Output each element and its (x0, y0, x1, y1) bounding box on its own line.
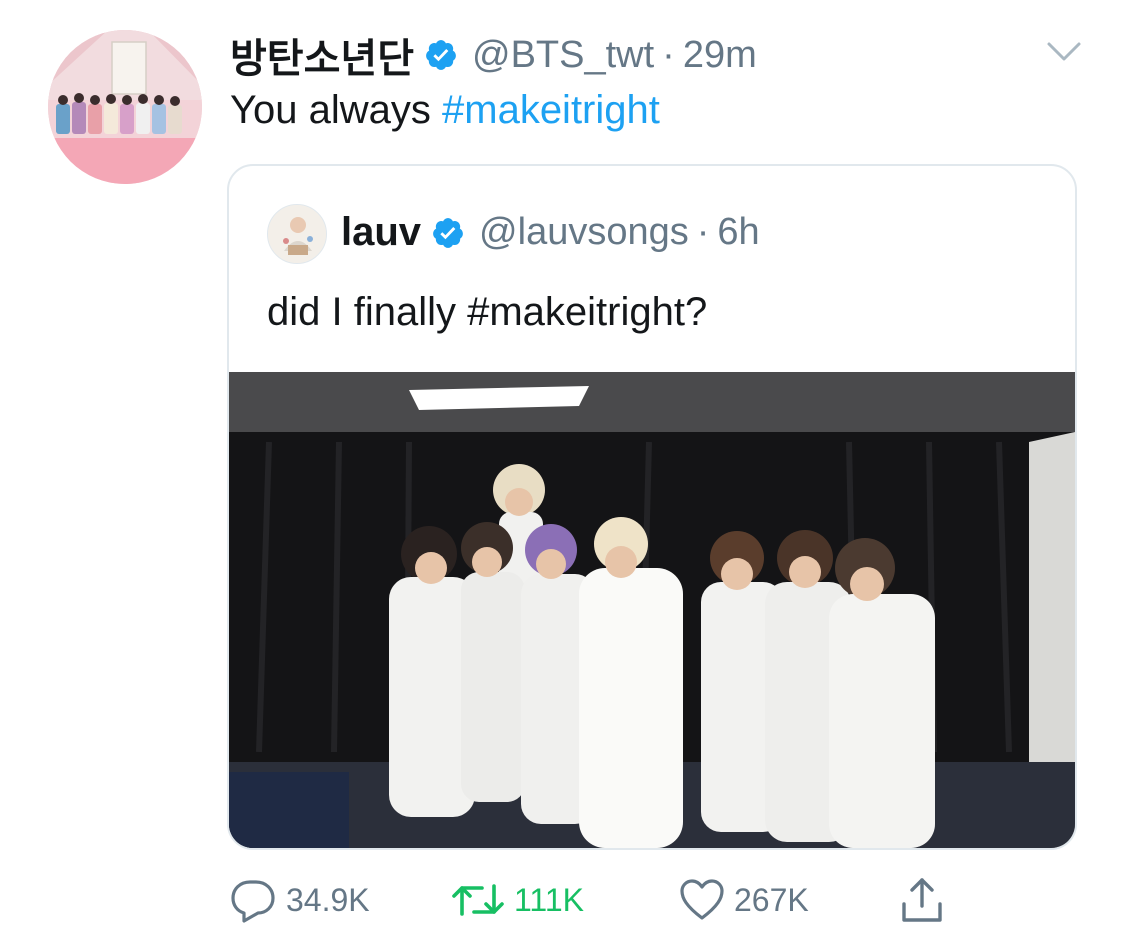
like-count: 267K (734, 881, 809, 918)
separator-dot: · (662, 33, 675, 76)
separator-dot: · (696, 211, 710, 253)
heart-icon (680, 879, 724, 920)
chevron-down-icon[interactable] (1046, 40, 1082, 64)
retweet-button[interactable]: 111K (450, 870, 584, 930)
reply-icon (231, 880, 275, 923)
bts-group-avatar-image (48, 30, 202, 184)
quoted-tweet-card[interactable]: lauv @lauvsongs · 6h did I finally #make… (227, 164, 1077, 850)
quoted-tweet-timestamp[interactable]: 6h (717, 211, 759, 254)
tweet-action-bar: 34.9K 111K 267K (228, 870, 968, 930)
retweet-icon (452, 884, 504, 916)
share-icon (902, 878, 942, 922)
lauv-avatar-image (268, 205, 326, 263)
author-display-name[interactable]: 방탄소년단 (230, 26, 414, 84)
tweet-text: You always #makeitright (230, 88, 660, 133)
author-avatar[interactable] (48, 30, 202, 184)
author-handle[interactable]: @BTS_twt (472, 34, 654, 77)
retweet-count: 111K (514, 881, 584, 918)
quoted-author-handle[interactable]: @lauvsongs (479, 211, 689, 254)
quoted-tweet-header: lauv @lauvsongs · 6h (341, 210, 760, 255)
hashtag-link[interactable]: #makeitright (442, 88, 660, 132)
verified-badge-icon (431, 216, 465, 250)
reply-count: 34.9K (286, 881, 370, 918)
quoted-tweet-text: did I finally #makeitright? (267, 290, 708, 334)
share-button[interactable] (900, 870, 944, 930)
group-photo[interactable] (229, 372, 1075, 848)
verified-badge-icon (424, 38, 458, 72)
reply-button[interactable]: 34.9K (228, 870, 370, 930)
tweet-timestamp[interactable]: 29m (683, 34, 757, 77)
tweet-header: 방탄소년단 @BTS_twt · 29m (230, 26, 757, 84)
like-button[interactable]: 267K (678, 870, 809, 930)
quoted-author-avatar (267, 204, 327, 264)
quoted-author-display-name[interactable]: lauv (341, 210, 421, 255)
tweet-text-plain: You always (230, 88, 442, 132)
